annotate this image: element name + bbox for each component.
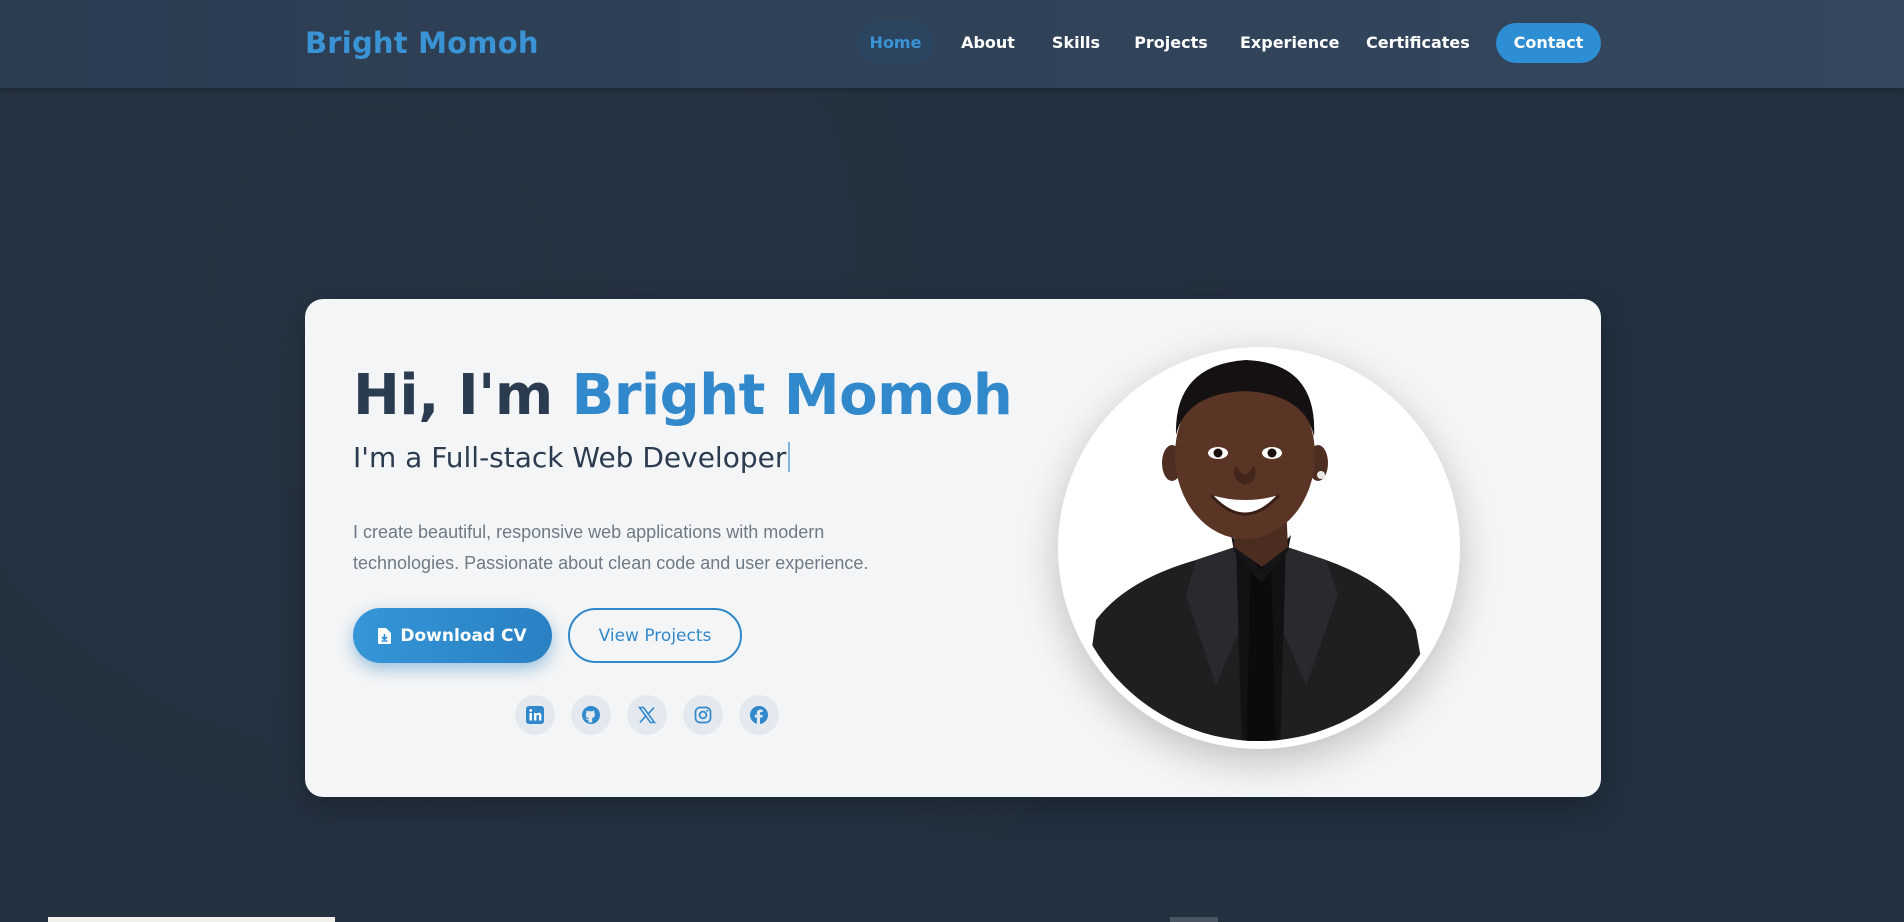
nav-contact-button[interactable]: Contact bbox=[1496, 23, 1601, 63]
nav-experience[interactable]: Experience bbox=[1240, 22, 1340, 64]
bottom-strip-mid bbox=[1170, 917, 1218, 922]
nav-skills[interactable]: Skills bbox=[1050, 22, 1102, 64]
github-link[interactable] bbox=[571, 695, 611, 735]
facebook-icon bbox=[749, 705, 769, 725]
hero-name: Bright Momoh bbox=[571, 363, 1013, 428]
hero-subtitle-text: I'm a Full-stack Web Developer bbox=[353, 441, 787, 474]
nav-projects[interactable]: Projects bbox=[1134, 22, 1208, 64]
instagram-icon bbox=[694, 706, 712, 724]
linkedin-link[interactable] bbox=[515, 695, 555, 735]
navbar: Bright Momoh Home About Skills Projects … bbox=[0, 0, 1904, 88]
nav-home[interactable]: Home bbox=[857, 22, 934, 64]
typing-cursor bbox=[788, 442, 791, 472]
file-download-icon bbox=[378, 627, 392, 644]
profile-photo-frame bbox=[1058, 347, 1460, 749]
hero-title: Hi, I'm Bright Momoh bbox=[353, 363, 1013, 428]
x-twitter-link[interactable] bbox=[627, 695, 667, 735]
hero-subtitle: I'm a Full-stack Web Developer bbox=[353, 441, 791, 474]
nav-certificates[interactable]: Certificates bbox=[1366, 22, 1470, 64]
profile-photo bbox=[1066, 355, 1452, 741]
bottom-strip-left bbox=[48, 917, 335, 922]
facebook-link[interactable] bbox=[739, 695, 779, 735]
hero-card: Hi, I'm Bright Momoh I'm a Full-stack We… bbox=[305, 299, 1601, 797]
view-projects-button[interactable]: View Projects bbox=[568, 608, 742, 663]
download-cv-button[interactable]: Download CV bbox=[353, 608, 552, 663]
hero-description: I create beautiful, responsive web appli… bbox=[353, 522, 869, 573]
linkedin-icon bbox=[526, 706, 544, 724]
nav-about[interactable]: About bbox=[955, 22, 1021, 64]
instagram-link[interactable] bbox=[683, 695, 723, 735]
download-cv-label: Download CV bbox=[400, 625, 527, 646]
x-twitter-icon bbox=[638, 706, 656, 724]
hero-greeting: Hi, I'm bbox=[353, 363, 572, 428]
site-logo[interactable]: Bright Momoh bbox=[305, 26, 539, 60]
github-icon bbox=[581, 705, 601, 725]
